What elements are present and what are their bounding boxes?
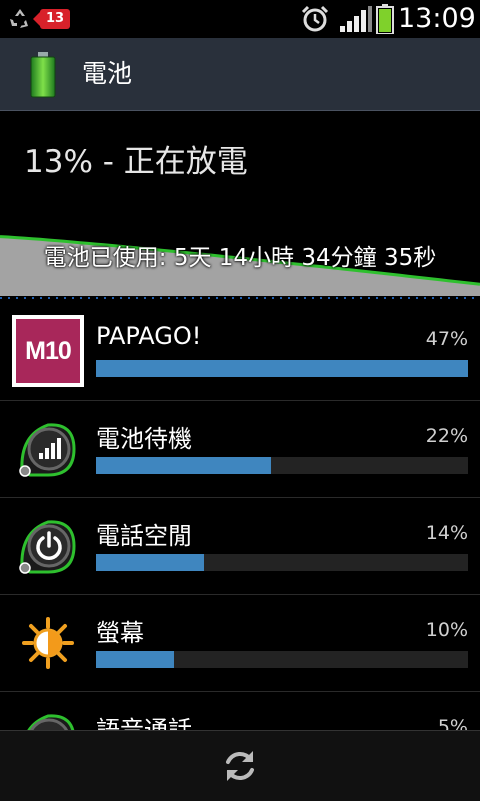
usage-bar-fill [96,651,175,668]
usage-percent: 10% [425,619,468,641]
app-name: 語音通話 [96,716,192,730]
list-item[interactable]: M10 PAPAGO! 47% [0,304,480,401]
papago-m10-icon: M10 [12,315,84,387]
alarm-icon [301,5,329,32]
battery-usage-time: 電池已使用: 5天 14小時 34分鐘 35秒 [43,245,437,271]
usage-bar [96,651,468,668]
usage-bar [96,554,468,571]
battery-status-text: 13% - 正在放電 [24,144,248,180]
status-bar: 13 13:09 [0,0,480,38]
list-item[interactable]: 電池待機 22% [0,401,480,498]
usage-list: M10 PAPAGO! 47% 電池待機 22% 電話空閒 14% 螢幕 10%… [0,304,480,730]
battery-history-graph[interactable]: 電池已使用: 5天 14小時 34分鐘 35秒 [0,206,480,302]
list-item[interactable]: 螢幕 10% [0,595,480,692]
papago-icon-text: M10 [16,319,80,383]
app-name: 電池待機 [96,425,192,453]
status-time: 13:09 [398,3,476,34]
usage-bar-fill [96,360,468,377]
usage-percent: 22% [425,425,468,447]
brightness-icon [22,617,74,669]
battery-icon [30,52,56,98]
bottom-bar [0,730,480,801]
cell-standby-icon [19,423,76,477]
usage-bar-fill [96,457,271,474]
signal-icon [340,6,372,32]
app-name: 螢幕 [96,619,144,647]
refresh-icon[interactable] [221,747,259,785]
phone-idle-icon [19,520,76,574]
battery-status-icon [376,4,394,34]
usage-percent: 47% [425,328,468,350]
usage-percent: 14% [425,522,468,544]
title-bar: 電池 [0,38,480,111]
recycle-icon [10,9,28,28]
app-name: PAPAGO! [96,322,202,350]
usage-bar [96,457,468,474]
list-item[interactable]: 語音通話 5% [0,692,480,730]
usage-bar [96,360,468,377]
usage-percent: 5% [437,716,468,730]
page-title: 電池 [82,59,133,88]
list-item[interactable]: 電話空閒 14% [0,498,480,595]
usage-bar-fill [96,554,204,571]
app-name: 電話空閒 [96,522,192,550]
notification-badge: 13 [33,9,70,29]
voice-call-icon [27,714,75,730]
